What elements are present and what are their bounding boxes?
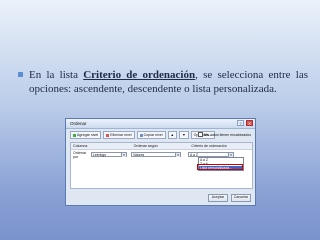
bullet-item: En la lista Criterio de ordenación, se s… — [18, 68, 308, 96]
delete-icon — [106, 133, 110, 137]
chevron-down-icon: ▾ — [175, 153, 180, 157]
cancel-button[interactable]: Cancelar — [231, 194, 251, 202]
sort-dialog: Ordenar ? ✕ Agregar nivel Eliminar nivel… — [65, 118, 256, 206]
copy-icon — [139, 133, 143, 137]
sort-on-header: Ordenar según — [133, 144, 158, 148]
delete-level-button[interactable]: Eliminar nivel — [103, 131, 135, 139]
ok-button[interactable]: Aceptar — [208, 194, 228, 202]
grid-header: Columna Ordenar según Criterio de ordena… — [71, 143, 252, 150]
move-up-button[interactable]: ▲ — [167, 131, 178, 139]
delete-level-label: Eliminar nivel — [110, 133, 132, 137]
order-header: Criterio de ordenación — [191, 144, 227, 148]
close-button[interactable]: ✕ — [246, 120, 253, 126]
headers-checkbox-label: Mis datos tienen encabezados — [203, 132, 251, 137]
bullet-icon — [18, 72, 23, 77]
headers-checkbox-wrap[interactable]: Mis datos tienen encabezados — [197, 132, 251, 137]
dialog-footer: Aceptar Cancelar — [208, 194, 251, 202]
help-button[interactable]: ? — [237, 120, 244, 126]
column-select-value: Leerlogo — [93, 153, 107, 157]
bullet-intro: En la lista — [29, 69, 84, 81]
arrow-down-icon: ▼ — [182, 133, 186, 137]
arrow-up-icon: ▲ — [170, 133, 175, 137]
bullet-term: Criterio de ordenación — [83, 69, 196, 81]
headers-checkbox[interactable] — [197, 132, 203, 137]
chevron-down-icon: ▾ — [121, 153, 126, 157]
bullet-text: En la lista Criterio de ordenación, se s… — [29, 68, 308, 96]
slide-content: En la lista Criterio de ordenación, se s… — [18, 68, 308, 96]
sort-on-select-value: Valores — [133, 153, 145, 157]
copy-level-label: Copiar nivel — [143, 133, 163, 137]
add-level-label: Agregar nivel — [77, 133, 99, 137]
order-select-value: A a Z — [190, 153, 198, 157]
copy-level-button[interactable]: Copiar nivel — [136, 131, 166, 139]
dialog-toolbar: Agregar nivel Eliminar nivel Copiar nive… — [70, 131, 215, 139]
highlight-box — [197, 164, 243, 170]
move-down-button[interactable]: ▼ — [179, 131, 189, 139]
column-select[interactable]: Leerlogo ▾ — [91, 152, 127, 157]
sort-on-select[interactable]: Valores ▾ — [131, 152, 181, 157]
add-icon — [73, 133, 76, 137]
dialog-titlebar: Ordenar ? ✕ — [66, 119, 255, 129]
add-level-button[interactable]: Agregar nivel — [70, 131, 102, 139]
dialog-title: Ordenar — [70, 121, 87, 126]
column-header: Columna — [73, 144, 88, 148]
sort-levels-grid: Columna Ordenar según Criterio de ordena… — [70, 142, 253, 189]
sort-by-label: Ordenar por — [73, 150, 87, 159]
